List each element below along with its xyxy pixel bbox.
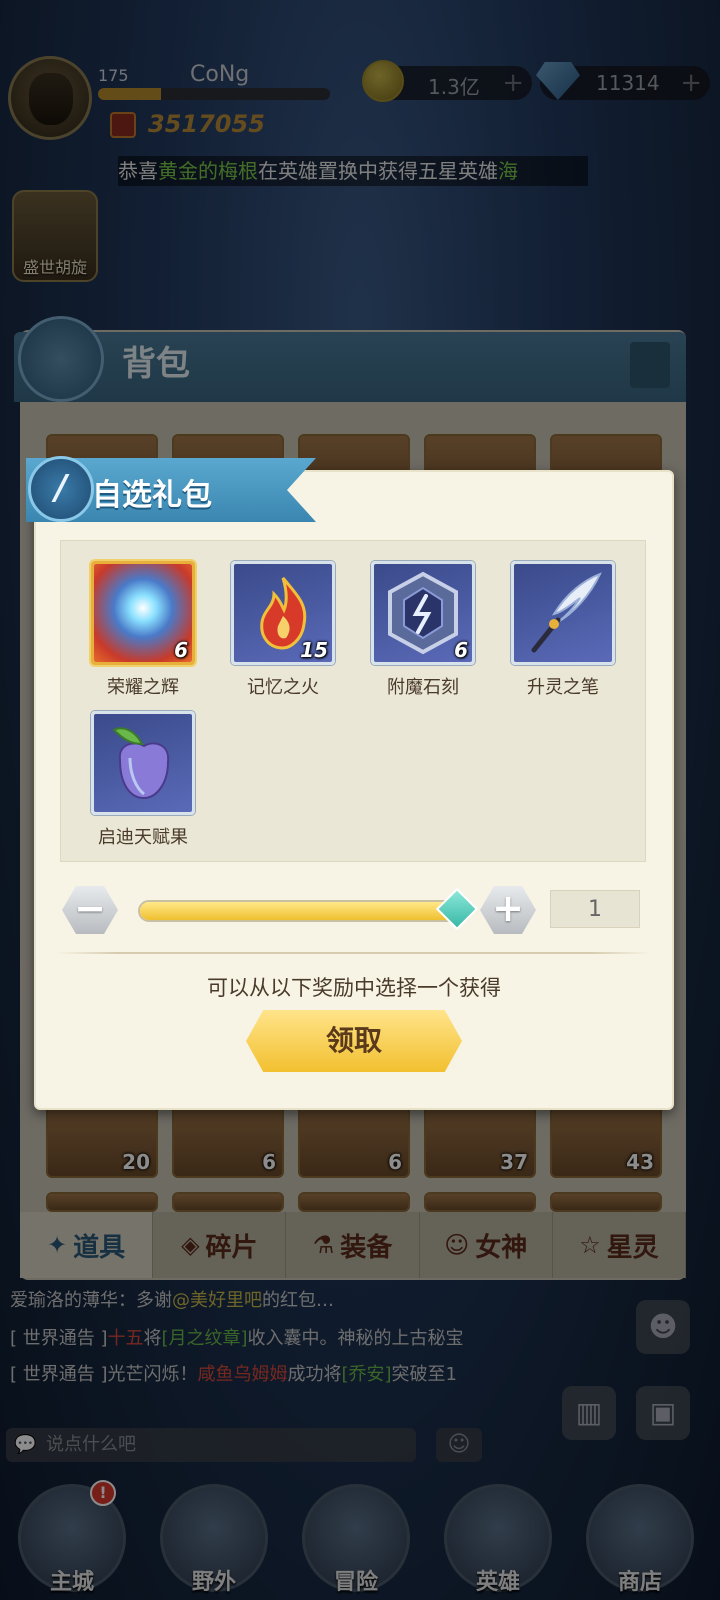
reward-item-frame (91, 711, 195, 815)
divider (56, 952, 652, 954)
reward-item-name: 附魔石刻 (387, 677, 459, 698)
quill-graphic (531, 572, 602, 653)
reward-item-enchant-stone[interactable]: 6 附魔石刻 (371, 561, 475, 699)
quantity-stepper: − + 1 (60, 886, 650, 936)
reward-item-talent-fruit[interactable]: 启迪天赋果 (91, 711, 195, 849)
reward-item-ascension-quill[interactable]: 升灵之笔 (511, 561, 615, 699)
reward-item-memory-fire[interactable]: 15 记忆之火 (231, 561, 335, 699)
selection-hint: 可以从以下奖励中选择一个获得 (207, 976, 501, 1000)
quantity-slider[interactable] (138, 900, 472, 922)
reward-item-count: 15 (300, 638, 328, 662)
reward-item-frame: 6 (91, 561, 195, 665)
increase-quantity-button[interactable]: + (480, 886, 536, 934)
reward-item-name: 记忆之火 (247, 677, 319, 698)
lightning-emblem-icon: / (28, 456, 94, 522)
reward-item-frame: 6 (371, 561, 475, 665)
decrease-quantity-button[interactable]: − (62, 886, 118, 934)
reward-item-name: 荣耀之辉 (107, 677, 179, 698)
reward-item-glory[interactable]: 6 荣耀之辉 (91, 561, 195, 699)
reward-item-count: 6 (454, 638, 468, 662)
dialog-title: 自选礼包 (92, 478, 212, 513)
reward-item-frame (511, 561, 615, 665)
fruit-graphic (112, 727, 170, 800)
reward-item-count: 6 (174, 638, 188, 662)
reward-item-name: 启迪天赋果 (98, 827, 188, 848)
quantity-slider-thumb[interactable] (435, 887, 479, 931)
reward-item-frame: 15 (231, 561, 335, 665)
reward-item-name: 升灵之笔 (527, 677, 599, 698)
quill-icon (514, 564, 612, 662)
quantity-input[interactable]: 1 (550, 890, 640, 928)
fruit-icon (94, 714, 192, 812)
claim-button[interactable]: 领取 (246, 1010, 462, 1072)
reward-list: 6 荣耀之辉 15 记忆之火 6 附魔石刻 升灵之笔 启迪天赋果 (60, 540, 646, 862)
quantity-slider-fill (140, 902, 470, 920)
